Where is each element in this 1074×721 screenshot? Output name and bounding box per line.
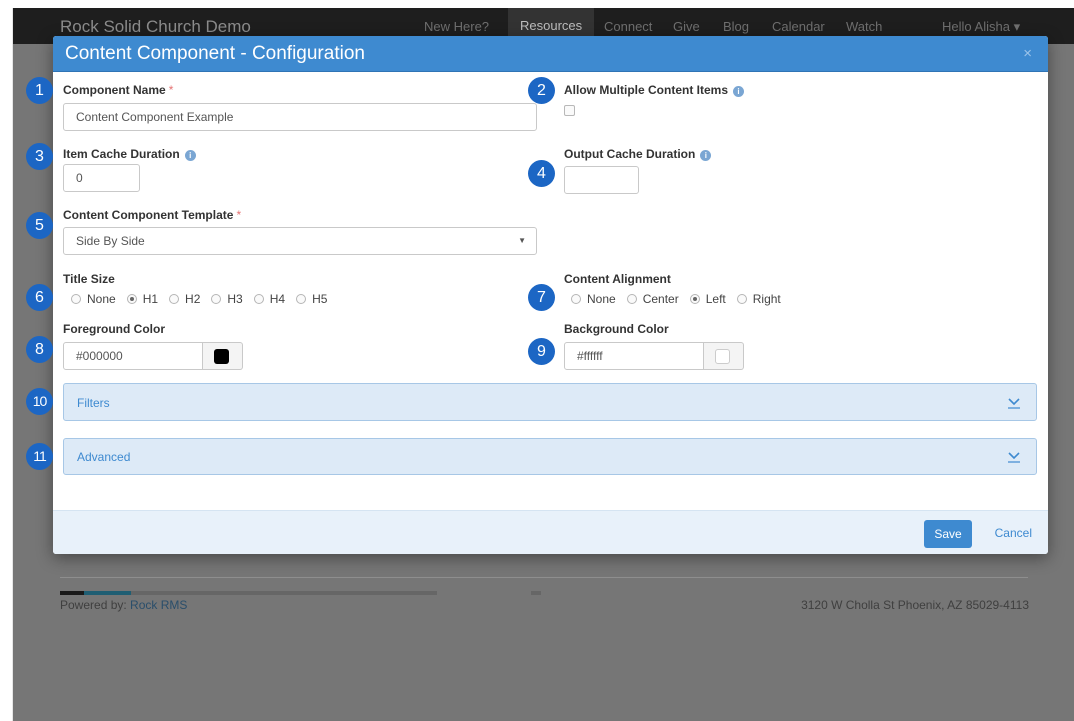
advanced-panel[interactable]: Advanced xyxy=(63,438,1037,475)
background-image-strip xyxy=(531,591,541,595)
callout-badge-2: 2 xyxy=(528,77,555,104)
site-brand[interactable]: Rock Solid Church Demo xyxy=(60,17,251,37)
title-size-radio-h4[interactable] xyxy=(253,294,264,304)
color-swatch xyxy=(214,349,229,364)
callout-badge-7: 7 xyxy=(528,284,555,311)
foreground-color-picker[interactable] xyxy=(203,342,243,370)
allow-multiple-label-text: Allow Multiple Content Items xyxy=(564,83,728,97)
radio-label: None xyxy=(87,292,116,306)
footer-divider xyxy=(60,577,1028,578)
info-icon[interactable]: i xyxy=(184,150,196,161)
chevron-down-icon[interactable] xyxy=(1007,451,1021,463)
modal-footer: Save Cancel xyxy=(53,510,1048,554)
callout-badge-10: 10 xyxy=(26,388,53,415)
title-size-radio-h3[interactable] xyxy=(211,294,222,304)
radio-label: Right xyxy=(752,292,781,306)
foreground-color-label: Foreground Color xyxy=(63,322,165,336)
background-image-strip xyxy=(131,591,437,595)
background-color-picker[interactable] xyxy=(704,342,744,370)
radio-label: H5 xyxy=(312,292,328,306)
template-select-value: Side By Side xyxy=(76,234,145,248)
component-name-label-text: Component Name xyxy=(63,83,166,97)
title-size-radio-h1[interactable] xyxy=(126,294,137,304)
radio-label: H3 xyxy=(227,292,243,306)
radio-label: Left xyxy=(705,292,726,306)
save-button[interactable]: Save xyxy=(924,520,972,548)
output-cache-input[interactable] xyxy=(564,166,639,194)
output-cache-label-text: Output Cache Duration xyxy=(564,147,696,161)
footer-address: 3120 W Cholla St Phoenix, AZ 85029-4113 xyxy=(801,598,1029,612)
radio-label: Center xyxy=(642,292,679,306)
required-indicator: * xyxy=(168,83,174,97)
info-icon[interactable]: i xyxy=(733,86,744,97)
nav-item-give[interactable]: Give xyxy=(673,19,700,34)
nav-item-calendar[interactable]: Calendar xyxy=(772,19,825,34)
template-label-text: Content Component Template xyxy=(63,208,234,222)
nav-item-watch[interactable]: Watch xyxy=(846,19,882,34)
callout-badge-4: 4 xyxy=(528,160,555,187)
alignment-radio-none[interactable] xyxy=(571,294,581,304)
required-indicator: * xyxy=(236,208,242,222)
title-size-radio-none[interactable] xyxy=(71,294,81,304)
nav-item-new-here[interactable]: New Here? xyxy=(424,19,489,34)
filters-panel[interactable]: Filters xyxy=(63,383,1037,421)
color-swatch xyxy=(715,349,730,364)
advanced-panel-title: Advanced xyxy=(77,450,131,464)
title-size-radio-group: None H1 H2 H3 H4 H5 xyxy=(71,292,338,306)
info-icon[interactable]: i xyxy=(700,150,712,161)
cancel-button[interactable]: Cancel xyxy=(995,526,1032,540)
title-size-radio-h5[interactable] xyxy=(296,294,307,304)
chevron-down-icon[interactable] xyxy=(1007,397,1021,409)
modal-header: Content Component - Configuration × xyxy=(53,36,1048,72)
callout-badge-5: 5 xyxy=(26,212,53,239)
radio-label: H4 xyxy=(269,292,286,306)
footer-powered-by: Powered by: Rock RMS xyxy=(60,598,187,612)
template-label: Content Component Template * xyxy=(63,208,241,222)
alignment-radio-right[interactable] xyxy=(736,294,747,304)
nav-item-blog[interactable]: Blog xyxy=(723,19,749,34)
modal-title: Content Component - Configuration xyxy=(65,43,365,64)
radio-label: H2 xyxy=(185,292,201,306)
item-cache-input[interactable]: 0 xyxy=(63,164,140,192)
callout-badge-6: 6 xyxy=(26,284,53,311)
background-color-label: Background Color xyxy=(564,322,669,336)
title-size-radio-h2[interactable] xyxy=(169,294,180,304)
radio-label: None xyxy=(587,292,616,306)
alignment-radio-left[interactable] xyxy=(689,294,700,304)
nav-item-connect[interactable]: Connect xyxy=(604,19,652,34)
callout-badge-9: 9 xyxy=(528,338,555,365)
user-menu[interactable]: Hello Alisha ▾ xyxy=(942,19,1020,35)
allow-multiple-checkbox[interactable] xyxy=(564,105,575,116)
item-cache-label: Item Cache Duration i xyxy=(63,147,196,161)
close-icon[interactable]: × xyxy=(1023,45,1032,62)
rock-rms-link[interactable]: Rock RMS xyxy=(130,598,187,612)
component-name-input[interactable]: Content Component Example xyxy=(63,103,537,131)
title-size-label: Title Size xyxy=(63,272,115,286)
foreground-color-input[interactable]: #000000 xyxy=(63,342,203,370)
allow-multiple-label: Allow Multiple Content Items i xyxy=(564,83,744,97)
template-select[interactable]: Side By Side ▼ xyxy=(63,227,537,255)
background-image-strip xyxy=(60,591,84,595)
output-cache-label: Output Cache Duration i xyxy=(564,147,712,161)
content-alignment-radio-group: None Center Left Right xyxy=(571,292,792,306)
item-cache-label-text: Item Cache Duration xyxy=(63,147,180,161)
radio-label: H1 xyxy=(142,292,159,306)
background-image-strip xyxy=(84,591,131,595)
alignment-radio-center[interactable] xyxy=(626,294,637,304)
callout-badge-8: 8 xyxy=(26,336,53,363)
user-menu-label: Hello Alisha xyxy=(942,19,1010,34)
powered-by-text: Powered by: xyxy=(60,598,127,612)
filters-panel-title: Filters xyxy=(77,396,110,410)
content-alignment-label: Content Alignment xyxy=(564,272,671,286)
callout-badge-1: 1 xyxy=(26,77,53,104)
caret-down-icon: ▼ xyxy=(518,236,526,245)
callout-badge-11: 11 xyxy=(26,443,53,470)
callout-badge-3: 3 xyxy=(26,143,53,170)
caret-down-icon: ▾ xyxy=(1013,19,1021,34)
component-name-label: Component Name * xyxy=(63,83,173,97)
background-color-input[interactable]: #ffffff xyxy=(564,342,704,370)
